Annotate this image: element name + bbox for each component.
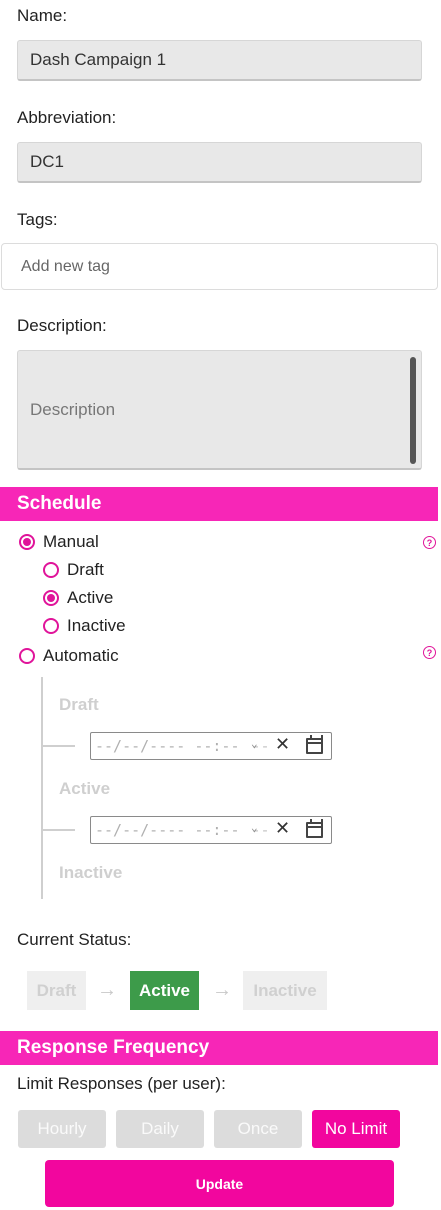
manual-option-active[interactable]: Active bbox=[43, 588, 113, 608]
frequency-hourly-button[interactable]: Hourly bbox=[18, 1110, 106, 1148]
automatic-radio-row[interactable]: Automatic bbox=[19, 646, 119, 666]
manual-help-icon[interactable]: ? bbox=[423, 536, 436, 549]
tags-label: Tags: bbox=[17, 210, 58, 229]
timeline-tick bbox=[41, 745, 75, 747]
manual-radio[interactable] bbox=[19, 534, 35, 550]
automatic-label: Automatic bbox=[43, 646, 119, 665]
name-input[interactable]: Dash Campaign 1 bbox=[17, 40, 422, 81]
clear-icon[interactable]: ✕ bbox=[275, 734, 290, 755]
status-step-active: Active bbox=[130, 971, 199, 1010]
limit-responses-label: Limit Responses (per user): bbox=[17, 1074, 226, 1093]
inactive-radio[interactable] bbox=[43, 618, 59, 634]
arrow-right-icon: → bbox=[97, 979, 117, 1001]
manual-option-inactive[interactable]: Inactive bbox=[43, 616, 126, 636]
description-label: Description: bbox=[17, 316, 107, 335]
abbreviation-input[interactable]: DC1 bbox=[17, 142, 422, 183]
active-option-label: Active bbox=[67, 588, 114, 607]
manual-label: Manual bbox=[43, 532, 99, 551]
chevron-down-icon[interactable]: ⌄ bbox=[251, 737, 258, 750]
datetime-placeholder: --/--/---- --:-- bbox=[95, 737, 240, 755]
schedule-header: Schedule bbox=[0, 487, 438, 521]
chevron-down-icon[interactable]: ⌄ bbox=[251, 821, 258, 834]
datetime-placeholder: --/--/---- --:-- bbox=[95, 821, 240, 839]
draft-radio[interactable] bbox=[43, 562, 59, 578]
description-scrollbar[interactable] bbox=[410, 357, 416, 464]
current-status-label: Current Status: bbox=[17, 930, 132, 949]
status-step-inactive: Inactive bbox=[243, 971, 327, 1010]
manual-option-draft[interactable]: Draft bbox=[43, 560, 104, 580]
calendar-icon[interactable] bbox=[306, 819, 323, 838]
status-step-draft: Draft bbox=[27, 971, 86, 1010]
active-radio[interactable] bbox=[43, 590, 59, 606]
tag-input[interactable]: Add new tag bbox=[1, 243, 438, 290]
active-to-inactive-datetime-input[interactable]: --/--/---- --:-- -- ⌄ ✕ bbox=[90, 816, 332, 844]
automatic-radio[interactable] bbox=[19, 648, 35, 664]
inactive-option-label: Inactive bbox=[67, 616, 126, 635]
abbreviation-label: Abbreviation: bbox=[17, 108, 117, 127]
draft-to-active-datetime-input[interactable]: --/--/---- --:-- -- ⌄ ✕ bbox=[90, 732, 332, 760]
draft-option-label: Draft bbox=[67, 560, 104, 579]
frequency-daily-button[interactable]: Daily bbox=[116, 1110, 204, 1148]
manual-radio-row[interactable]: Manual bbox=[19, 532, 99, 552]
arrow-right-icon: → bbox=[212, 979, 232, 1001]
timeline-tick bbox=[41, 829, 75, 831]
timeline-inactive-label: Inactive bbox=[59, 863, 123, 882]
frequency-no-limit-button[interactable]: No Limit bbox=[312, 1110, 400, 1148]
automatic-help-icon[interactable]: ? bbox=[423, 646, 436, 659]
update-button[interactable]: Update bbox=[45, 1160, 394, 1207]
name-label: Name: bbox=[17, 6, 68, 25]
response-frequency-header: Response Frequency bbox=[0, 1031, 438, 1065]
calendar-icon[interactable] bbox=[306, 735, 323, 754]
timeline-active-label: Active bbox=[59, 779, 111, 798]
timeline-draft-label: Draft bbox=[59, 695, 99, 714]
description-textarea[interactable]: Description bbox=[17, 350, 422, 470]
frequency-once-button[interactable]: Once bbox=[214, 1110, 302, 1148]
clear-icon[interactable]: ✕ bbox=[275, 818, 290, 839]
timeline-line bbox=[41, 677, 43, 899]
